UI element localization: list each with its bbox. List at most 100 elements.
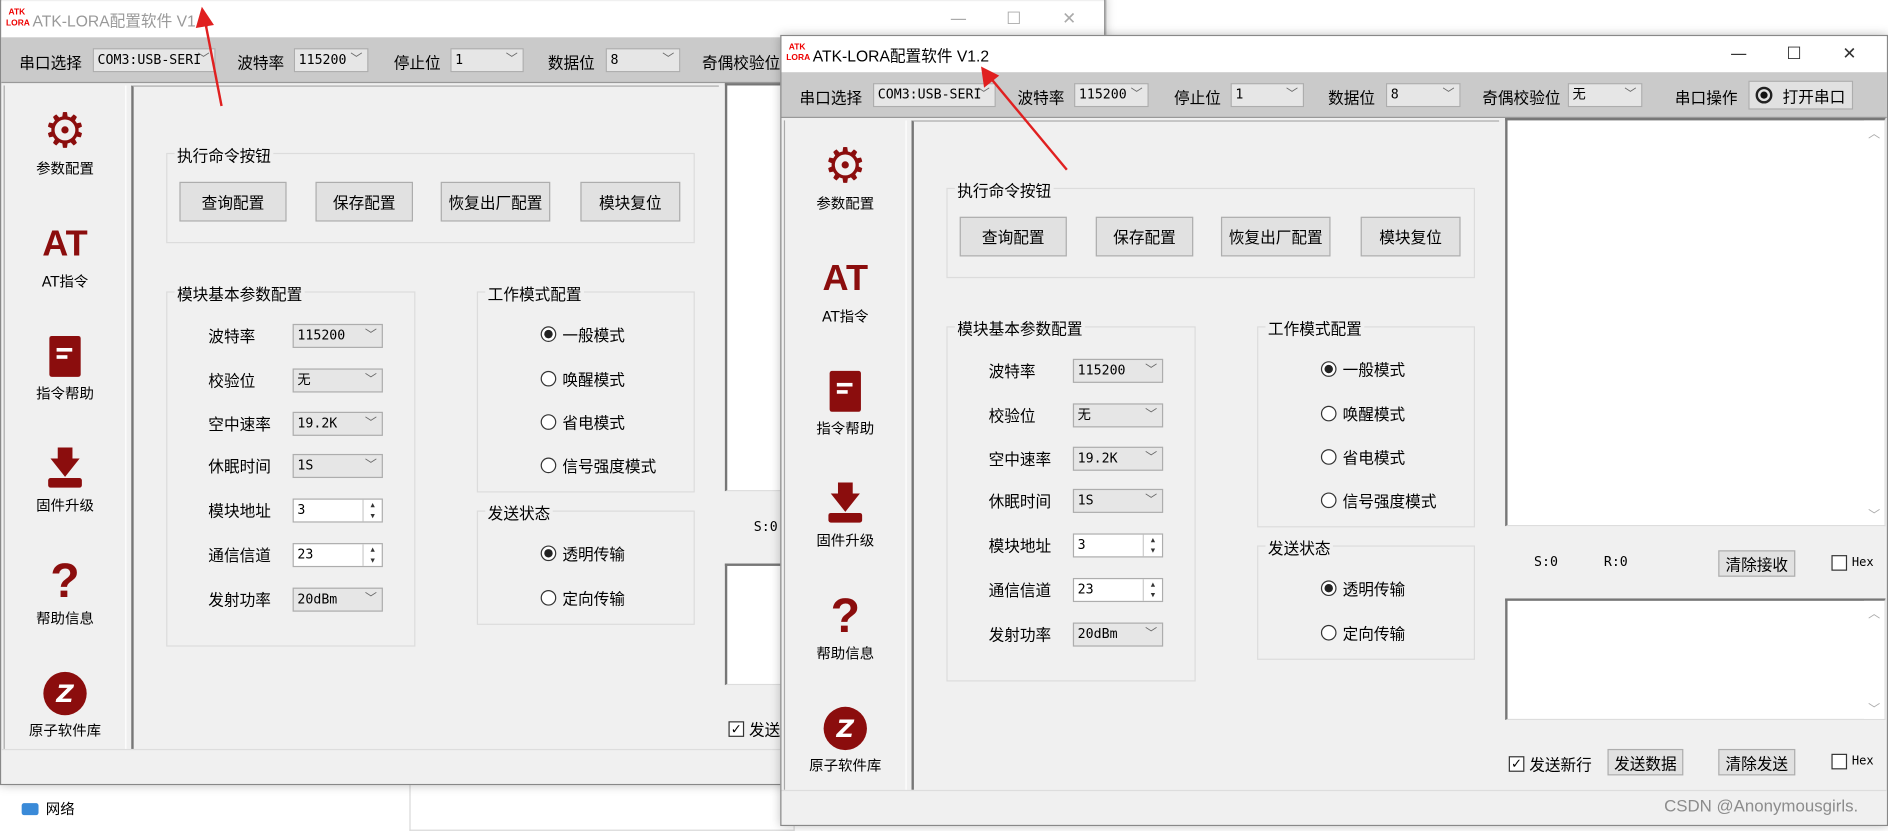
port-select[interactable]: COM3:USB-SERI ﹀ bbox=[92, 48, 216, 73]
sidebar-item-at-command[interactable]: AT AT指令 bbox=[785, 255, 905, 326]
sidebar-item-help-info[interactable]: ? 帮助信息 bbox=[785, 589, 905, 663]
factory-reset-button[interactable]: 恢复出厂配置 bbox=[440, 181, 551, 222]
radio-normal-mode[interactable]: 一般模式 bbox=[1320, 358, 1405, 380]
baud-select[interactable]: 115200 ﹀ bbox=[1074, 83, 1149, 108]
chevron-down-icon[interactable]: ﹀ bbox=[1864, 505, 1884, 522]
maximize-button[interactable]: ☐ bbox=[986, 1, 1041, 37]
close-button[interactable]: ✕ bbox=[1042, 1, 1097, 37]
air-rate-select[interactable]: 19.2K ﹀ bbox=[292, 411, 383, 436]
checkbox-box bbox=[1831, 555, 1848, 571]
clear-send-button[interactable]: 清除发送 bbox=[1718, 748, 1796, 776]
send-data-button[interactable]: 发送数据 bbox=[1607, 748, 1684, 776]
save-config-button[interactable]: 保存配置 bbox=[315, 181, 414, 222]
radio-signal-strength-mode[interactable]: 信号强度模式 bbox=[1320, 489, 1437, 512]
baud-rate-select[interactable]: 115200 ﹀ bbox=[292, 323, 383, 348]
sidebar-item-param-config[interactable]: ⚙ 参数配置 bbox=[5, 103, 125, 178]
sidebar-item-help-info[interactable]: ? 帮助信息 bbox=[5, 554, 125, 628]
sidebar-item-firmware-upgrade[interactable]: 🡇 固件升级 bbox=[5, 444, 125, 515]
sidebar-item-software-library[interactable]: Z 原子软件库 bbox=[785, 704, 905, 775]
radio-power-save-mode[interactable]: 省电模式 bbox=[540, 411, 625, 434]
title-bar[interactable]: ATK LORA ATK-LORA配置软件 V1.2 — ☐ ✕ bbox=[1, 1, 1105, 38]
radio-label: 信号强度模式 bbox=[1342, 493, 1437, 512]
baud-rate-value: 115200 bbox=[1077, 362, 1126, 379]
open-port-button[interactable]: 打开串口 bbox=[1748, 80, 1854, 110]
send-newline-checkbox[interactable]: ✓发送新行 bbox=[1508, 753, 1592, 775]
parity-label: 奇偶校验位 bbox=[1482, 90, 1561, 109]
sidebar-item-at-command[interactable]: AT AT指令 bbox=[5, 220, 125, 291]
factory-reset-button[interactable]: 恢复出厂配置 bbox=[1220, 216, 1331, 257]
parity-select[interactable]: 无﹀ bbox=[1072, 403, 1164, 428]
spin-arrows-icon[interactable]: ▲ ▼ bbox=[362, 544, 381, 566]
radio-power-save-mode[interactable]: 省电模式 bbox=[1320, 446, 1405, 468]
parity-select[interactable]: 无﹀ bbox=[292, 368, 383, 393]
query-config-button[interactable]: 查询配置 bbox=[179, 181, 287, 222]
stop-bits-select[interactable]: 1 ﹀ bbox=[1230, 83, 1305, 108]
spin-arrows-icon[interactable]: ▲ ▼ bbox=[1142, 534, 1162, 557]
save-config-button[interactable]: 保存配置 bbox=[1095, 216, 1194, 257]
spin-arrows-icon[interactable]: ▲ ▼ bbox=[362, 499, 381, 522]
sidebar-item-command-help[interactable]: 指令帮助 bbox=[5, 332, 125, 403]
query-config-button[interactable]: 查询配置 bbox=[959, 216, 1067, 257]
spin-arrows-icon[interactable]: ▲ ▼ bbox=[1142, 579, 1162, 601]
window-title: ATK-LORA配置软件 V1.2 bbox=[32, 11, 209, 30]
radio-normal-mode[interactable]: 一般模式 bbox=[540, 323, 625, 346]
app-window-foreground[interactable]: ATK LORA ATK-LORA配置软件 V1.2 — ☐ ✕ 串口选择 COM… bbox=[780, 34, 1888, 827]
port-select[interactable]: COM3:USB-SERI ﹀ bbox=[872, 83, 996, 108]
tx-power-value: 20dBm bbox=[1077, 626, 1118, 642]
radio-wake-mode[interactable]: 唤醒模式 bbox=[1320, 402, 1405, 425]
channel-stepper[interactable]: 23 ▲ ▼ bbox=[292, 543, 383, 568]
chevron-down-icon[interactable]: ﹀ bbox=[1864, 698, 1884, 716]
config-panel: 执行命令按钮 查询配置 保存配置 恢复出厂配置 模块复位 模块基本参数配置 波特… bbox=[131, 85, 719, 755]
chevron-up-icon[interactable]: ︿ bbox=[1864, 603, 1884, 621]
radio-wake-mode[interactable]: 唤醒模式 bbox=[540, 367, 625, 390]
data-bits-select[interactable]: 8 ﹀ bbox=[1385, 83, 1461, 108]
sidebar-item-label: 原子软件库 bbox=[809, 757, 882, 775]
desktop: 网络 ATK LORA ATK-LORA配置软件 V1.2 — ☐ ✕ 串口选择 … bbox=[0, 0, 1888, 831]
title-bar[interactable]: ATK LORA ATK-LORA配置软件 V1.2 — ☐ ✕ bbox=[781, 36, 1887, 73]
baud-rate-select[interactable]: 115200 ﹀ bbox=[1072, 358, 1164, 383]
radio-signal-strength-mode[interactable]: 信号强度模式 bbox=[540, 454, 656, 477]
module-reset-button[interactable]: 模块复位 bbox=[1360, 216, 1461, 257]
baud-select[interactable]: 115200 ﹀ bbox=[293, 48, 369, 73]
sidebar-item-param-config[interactable]: ⚙ 参数配置 bbox=[785, 138, 905, 213]
receive-textarea[interactable]: ︿﹀ bbox=[1505, 118, 1886, 527]
channel-stepper[interactable]: 23 ▲ ▼ bbox=[1072, 577, 1164, 603]
module-reset-button[interactable]: 模块复位 bbox=[580, 181, 681, 222]
minimize-button[interactable]: — bbox=[931, 1, 986, 37]
radio-transparent[interactable]: 透明传输 bbox=[540, 542, 625, 565]
send-textarea[interactable]: ︿﹀ bbox=[1505, 598, 1886, 721]
chevron-down-icon: ﹀ bbox=[1624, 87, 1637, 102]
minimize-button[interactable]: — bbox=[1711, 36, 1766, 72]
radio-transparent[interactable]: 透明传输 bbox=[1320, 577, 1405, 600]
port-value: COM3:USB-SERI bbox=[97, 51, 202, 68]
air-rate-select[interactable]: 19.2K ﹀ bbox=[1072, 446, 1164, 471]
scrollbar[interactable]: ︿﹀ bbox=[1863, 600, 1885, 719]
sidebar-item-software-library[interactable]: Z 原子软件库 bbox=[5, 669, 125, 740]
receive-hex-checkbox[interactable]: Hex bbox=[1831, 555, 1874, 571]
clear-receive-button[interactable]: 清除接收 bbox=[1718, 550, 1796, 577]
module-address-stepper[interactable]: 3 ▲ ▼ bbox=[1072, 533, 1164, 558]
module-address-stepper[interactable]: 3 ▲ ▼ bbox=[292, 498, 383, 523]
parity-select[interactable]: 无﹀ bbox=[1567, 83, 1643, 108]
chevron-down-icon: ﹀ bbox=[977, 87, 990, 102]
scrollbar[interactable]: ︿﹀ bbox=[1863, 120, 1885, 525]
sleep-time-select[interactable]: 1S ﹀ bbox=[1072, 488, 1164, 513]
stop-bits-select[interactable]: 1 ﹀ bbox=[450, 48, 524, 73]
tx-power-select[interactable]: 20dBm ﹀ bbox=[292, 587, 383, 612]
close-button[interactable]: ✕ bbox=[1822, 36, 1877, 72]
send-hex-checkbox[interactable]: Hex bbox=[1831, 753, 1874, 770]
maximize-button[interactable]: ☐ bbox=[1766, 36, 1821, 72]
radio-directed[interactable]: 定向传输 bbox=[1320, 621, 1405, 644]
sidebar-item-firmware-upgrade[interactable]: 🡇 固件升级 bbox=[785, 479, 905, 550]
sidebar-item-command-help[interactable]: 指令帮助 bbox=[785, 367, 905, 438]
radio-label: 省电模式 bbox=[562, 415, 625, 434]
download-icon: 🡇 bbox=[5, 444, 125, 492]
data-bits-select[interactable]: 8 ﹀ bbox=[605, 48, 681, 73]
chevron-down-icon: ﹀ bbox=[662, 52, 675, 67]
radio-directed[interactable]: 定向传输 bbox=[540, 586, 625, 609]
tx-power-select[interactable]: 20dBm ﹀ bbox=[1072, 622, 1164, 647]
chevron-up-icon[interactable]: ︿ bbox=[1864, 123, 1884, 141]
sleep-time-select[interactable]: 1S ﹀ bbox=[292, 453, 383, 479]
gear-icon: ⚙ bbox=[43, 103, 87, 159]
explorer-network-item[interactable]: 网络 bbox=[21, 798, 75, 818]
